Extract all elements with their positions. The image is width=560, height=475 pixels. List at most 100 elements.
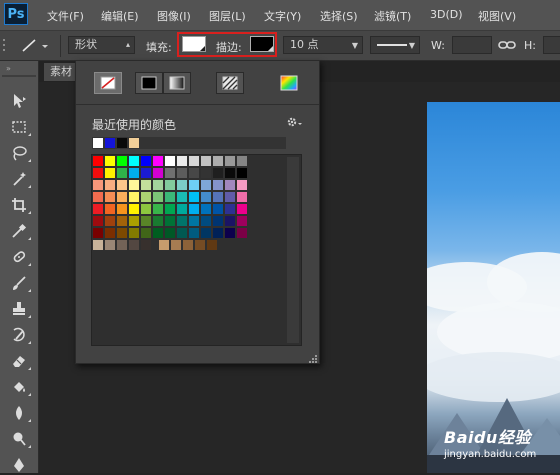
color-swatch[interactable] xyxy=(225,156,235,166)
color-swatch[interactable] xyxy=(177,180,187,190)
menu-filter[interactable]: 滤镜(T) xyxy=(374,8,411,24)
menu-view[interactable]: 视图(V) xyxy=(478,8,516,24)
move-tool[interactable] xyxy=(9,91,29,111)
color-swatch[interactable] xyxy=(165,180,175,190)
magic-wand-tool[interactable] xyxy=(9,169,31,189)
color-swatch[interactable] xyxy=(237,180,247,190)
color-swatch[interactable] xyxy=(117,180,127,190)
color-swatch[interactable] xyxy=(201,168,211,178)
resize-grip-icon[interactable] xyxy=(309,353,317,363)
color-swatch[interactable] xyxy=(213,156,223,166)
paint-bucket-tool[interactable] xyxy=(9,377,31,397)
color-swatch[interactable] xyxy=(153,216,163,226)
color-swatch[interactable] xyxy=(153,156,163,166)
color-swatch[interactable] xyxy=(93,180,103,190)
history-brush-tool[interactable] xyxy=(9,325,31,345)
color-swatch[interactable] xyxy=(207,240,217,250)
menu-image[interactable]: 图像(I) xyxy=(157,8,191,24)
color-swatch[interactable] xyxy=(237,192,247,202)
healing-brush-tool[interactable] xyxy=(9,247,31,267)
color-swatch[interactable] xyxy=(237,168,247,178)
color-swatch[interactable] xyxy=(201,216,211,226)
menu-layer[interactable]: 图层(L) xyxy=(209,8,246,24)
marquee-tool[interactable] xyxy=(9,117,31,137)
width-input[interactable] xyxy=(452,36,492,54)
color-swatch[interactable] xyxy=(201,204,211,214)
stroke-width-field[interactable]: 10 点 ▼ xyxy=(283,36,363,54)
color-swatch[interactable] xyxy=(153,192,163,202)
swatch-scrollbar[interactable] xyxy=(287,157,299,343)
gradient-button[interactable] xyxy=(163,72,191,94)
color-swatch[interactable] xyxy=(213,204,223,214)
color-swatch[interactable] xyxy=(177,156,187,166)
color-swatch[interactable] xyxy=(213,168,223,178)
mode-dropdown[interactable]: 形状 ▴ xyxy=(68,36,135,54)
pen-tool[interactable] xyxy=(9,455,29,475)
color-swatch[interactable] xyxy=(105,228,115,238)
color-swatch[interactable] xyxy=(165,168,175,178)
color-swatch[interactable] xyxy=(129,216,139,226)
color-swatch[interactable] xyxy=(213,228,223,238)
color-swatch[interactable] xyxy=(117,228,127,238)
color-swatch[interactable] xyxy=(153,168,163,178)
color-swatch[interactable] xyxy=(201,180,211,190)
color-swatch[interactable] xyxy=(93,204,103,214)
color-swatch[interactable] xyxy=(93,156,103,166)
gear-icon[interactable] xyxy=(285,114,303,130)
color-swatch[interactable] xyxy=(213,192,223,202)
color-swatch[interactable] xyxy=(117,240,127,250)
color-swatch[interactable] xyxy=(117,168,127,178)
color-swatch[interactable] xyxy=(129,156,139,166)
no-color-button[interactable] xyxy=(94,72,122,94)
color-swatch[interactable] xyxy=(93,168,103,178)
color-swatch[interactable] xyxy=(225,192,235,202)
color-swatch[interactable] xyxy=(153,180,163,190)
color-swatch[interactable] xyxy=(129,180,139,190)
color-swatch[interactable] xyxy=(129,204,139,214)
lasso-tool[interactable] xyxy=(9,143,31,163)
clone-stamp-tool[interactable] xyxy=(9,299,31,319)
recent-color-swatch[interactable] xyxy=(129,138,139,148)
color-swatch[interactable] xyxy=(165,156,175,166)
menu-type[interactable]: 文字(Y) xyxy=(264,8,301,24)
stroke-type-dropdown[interactable]: ▼ xyxy=(370,36,420,54)
color-swatch[interactable] xyxy=(129,168,139,178)
color-swatch[interactable] xyxy=(105,240,115,250)
color-swatch[interactable] xyxy=(153,228,163,238)
color-swatch[interactable] xyxy=(141,228,151,238)
tool-preset-picker[interactable] xyxy=(18,37,48,55)
color-swatch[interactable] xyxy=(165,204,175,214)
color-swatch[interactable] xyxy=(201,192,211,202)
color-swatch[interactable] xyxy=(225,204,235,214)
recent-color-swatch[interactable] xyxy=(105,138,115,148)
color-swatch[interactable] xyxy=(117,216,127,226)
color-swatch[interactable] xyxy=(183,240,193,250)
color-swatch[interactable] xyxy=(237,216,247,226)
color-swatch[interactable] xyxy=(129,240,139,250)
color-swatch[interactable] xyxy=(189,216,199,226)
color-swatch[interactable] xyxy=(237,156,247,166)
color-swatch[interactable] xyxy=(117,204,127,214)
color-swatch[interactable] xyxy=(189,228,199,238)
color-swatch[interactable] xyxy=(165,228,175,238)
color-swatch[interactable] xyxy=(177,192,187,202)
color-swatch[interactable] xyxy=(237,204,247,214)
color-swatch[interactable] xyxy=(189,156,199,166)
recent-color-swatch[interactable] xyxy=(117,138,127,148)
color-swatch[interactable] xyxy=(117,156,127,166)
solid-color-button[interactable] xyxy=(135,72,163,94)
color-swatch[interactable] xyxy=(177,204,187,214)
color-swatch[interactable] xyxy=(165,192,175,202)
color-swatch[interactable] xyxy=(117,192,127,202)
menu-file[interactable]: 文件(F) xyxy=(47,8,84,24)
color-picker-button[interactable] xyxy=(280,75,298,91)
color-swatch[interactable] xyxy=(93,216,103,226)
color-swatch[interactable] xyxy=(213,180,223,190)
color-swatch[interactable] xyxy=(105,192,115,202)
color-swatch[interactable] xyxy=(177,228,187,238)
color-swatch[interactable] xyxy=(93,240,103,250)
collapse-arrows-icon[interactable]: » xyxy=(6,64,11,73)
color-swatch[interactable] xyxy=(105,156,115,166)
color-swatch[interactable] xyxy=(141,240,151,250)
recent-color-swatch[interactable] xyxy=(93,138,103,148)
